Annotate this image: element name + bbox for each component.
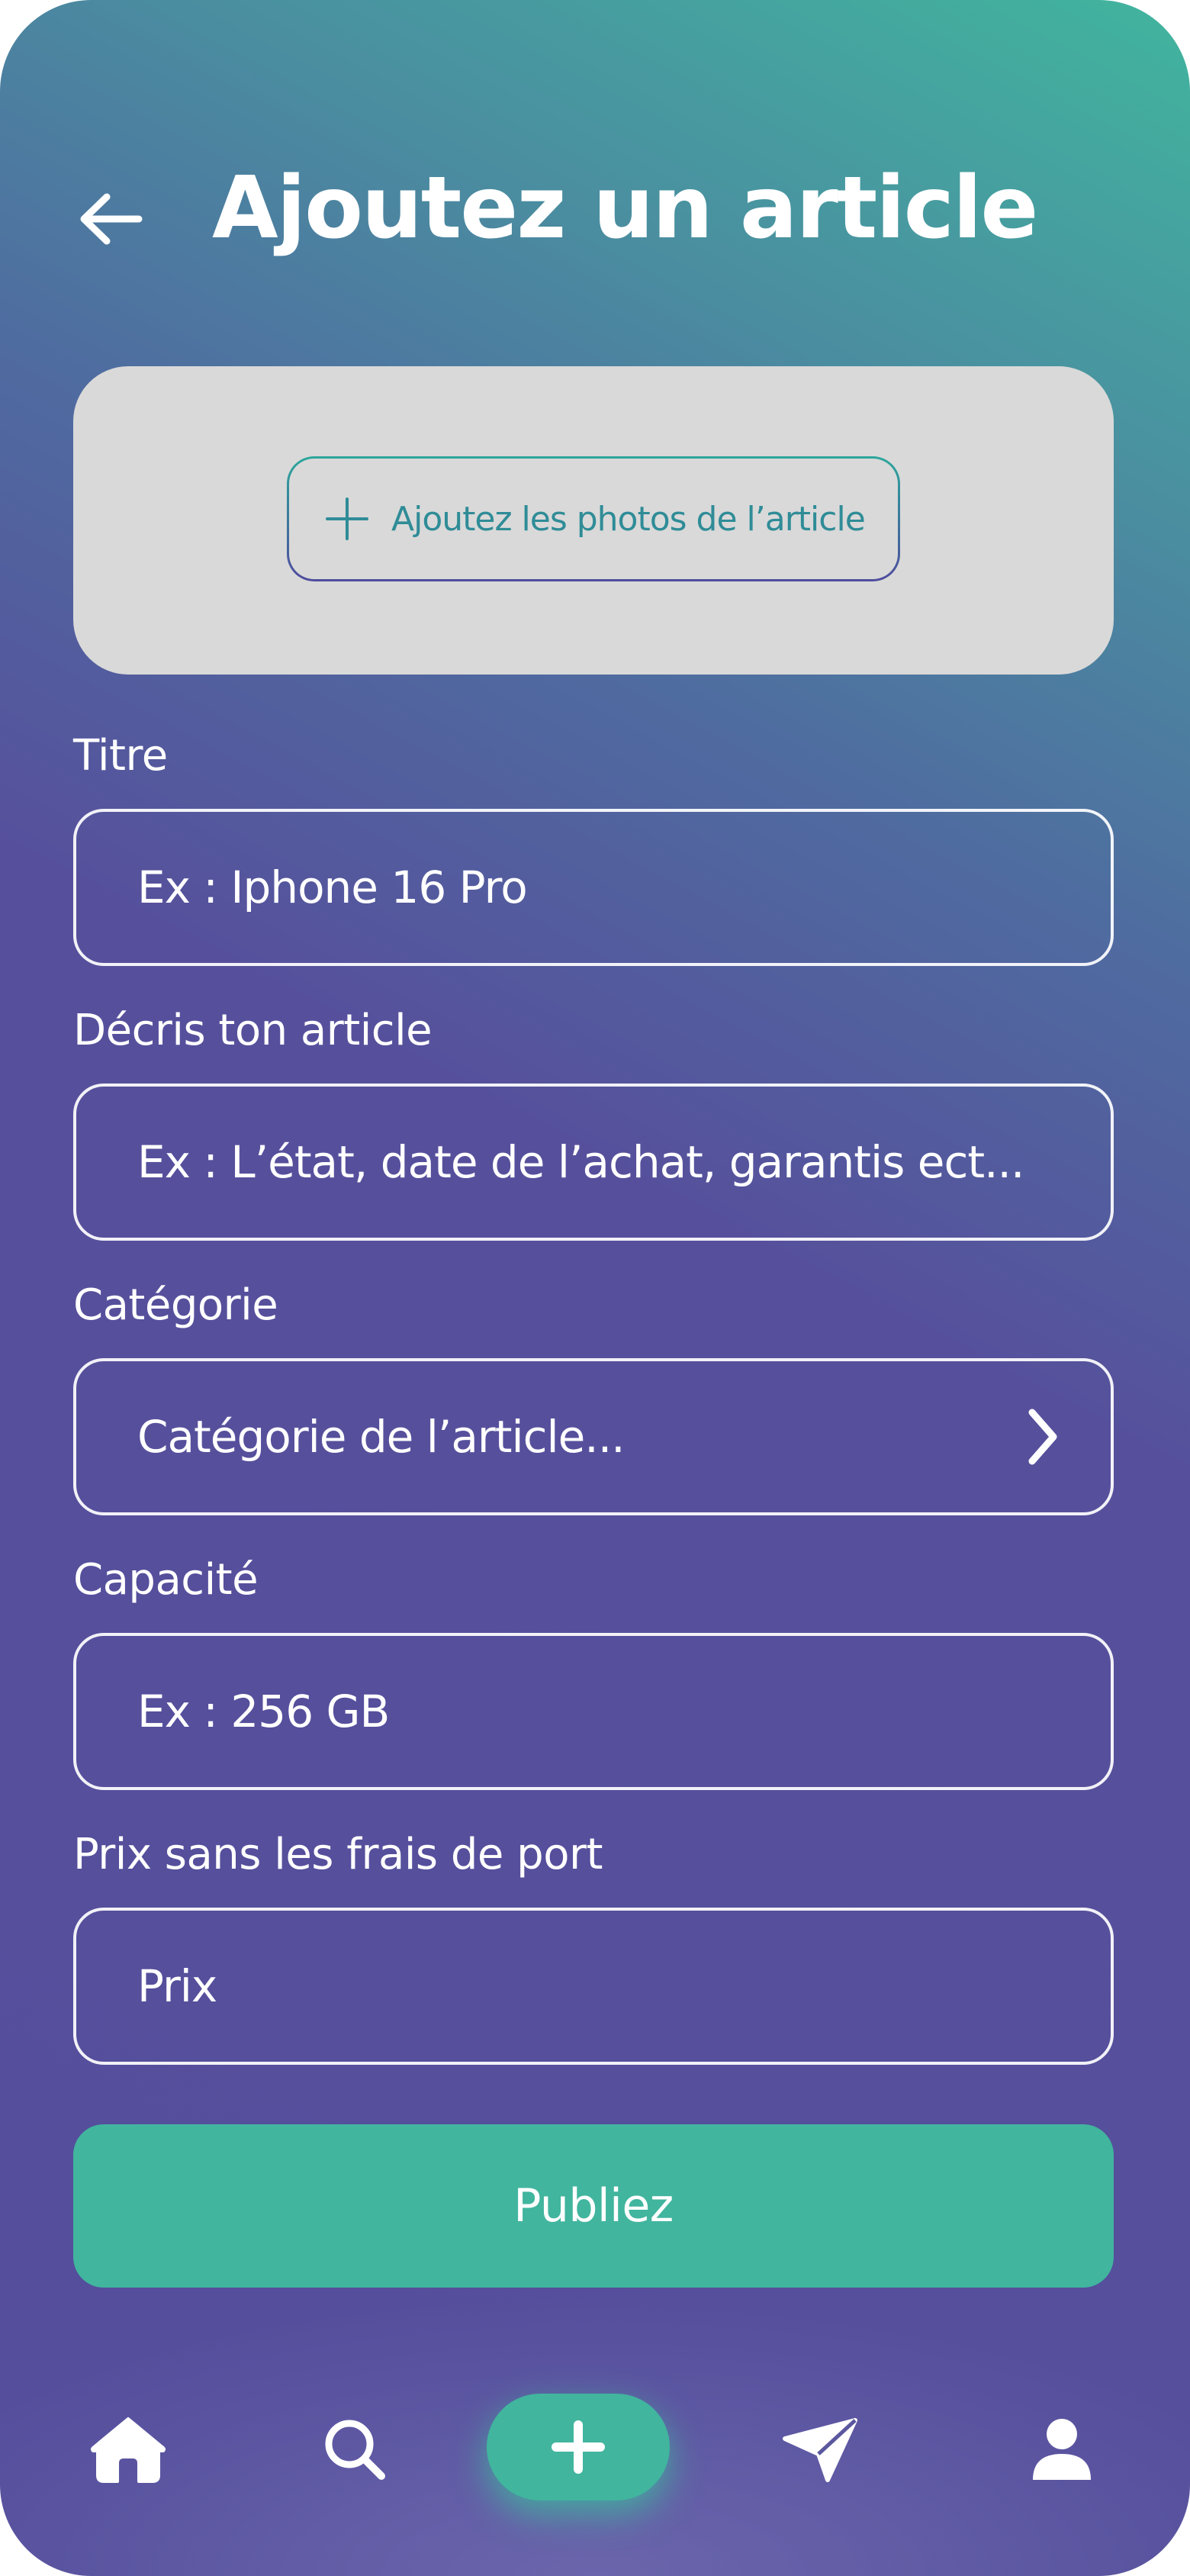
plus-icon — [552, 2420, 605, 2474]
add-photos-button-inner: Ajoutez les photos de l’article — [289, 459, 898, 579]
nav-home[interactable] — [67, 2381, 189, 2518]
header: Ajoutez un article — [0, 145, 1190, 298]
add-article-screen: Ajoutez un article Ajoutez les photos de… — [0, 0, 1190, 2576]
description-field-label: Décris ton article — [73, 1006, 433, 1055]
nav-profile[interactable] — [1001, 2381, 1123, 2518]
plus-icon — [326, 497, 368, 540]
user-icon — [1033, 2419, 1091, 2480]
capacity-field-label: Capacité — [73, 1555, 259, 1605]
capacity-input[interactable]: Ex : 256 GB — [73, 1633, 1114, 1790]
add-photos-button[interactable]: Ajoutez les photos de l’article — [287, 456, 900, 581]
page-title: Ajoutez un article — [212, 159, 1038, 258]
home-icon — [91, 2417, 166, 2483]
nav-add-button[interactable] — [487, 2394, 670, 2500]
category-select[interactable]: Catégorie de l’article... — [73, 1358, 1114, 1515]
back-button[interactable] — [72, 185, 149, 253]
category-field-label: Catégorie — [73, 1280, 278, 1330]
nav-search[interactable] — [294, 2381, 416, 2518]
nav-messages[interactable] — [759, 2381, 881, 2518]
publish-button-label: Publiez — [513, 2179, 674, 2233]
title-input-placeholder: Ex : Iphone 16 Pro — [137, 861, 527, 913]
search-icon — [325, 2420, 385, 2480]
title-input[interactable]: Ex : Iphone 16 Pro — [73, 809, 1114, 966]
add-photos-label: Ajoutez les photos de l’article — [391, 499, 866, 539]
price-input-placeholder: Prix — [137, 1960, 217, 2012]
capacity-input-placeholder: Ex : 256 GB — [137, 1686, 390, 1737]
price-input[interactable]: Prix — [73, 1908, 1114, 2065]
send-icon — [783, 2418, 857, 2482]
title-field-label: Titre — [73, 731, 168, 781]
category-select-placeholder: Catégorie de l’article... — [137, 1411, 625, 1463]
description-input-placeholder: Ex : L’état, date de l’achat, garantis e… — [137, 1136, 1024, 1188]
photo-upload-panel: Ajoutez les photos de l’article — [73, 366, 1114, 675]
arrow-left-icon — [80, 193, 143, 245]
bottom-nav — [0, 2381, 1190, 2518]
chevron-right-icon — [1019, 1402, 1065, 1471]
price-field-label: Prix sans les frais de port — [73, 1830, 603, 1879]
publish-button[interactable]: Publiez — [73, 2124, 1114, 2288]
description-input[interactable]: Ex : L’état, date de l’achat, garantis e… — [73, 1084, 1114, 1241]
